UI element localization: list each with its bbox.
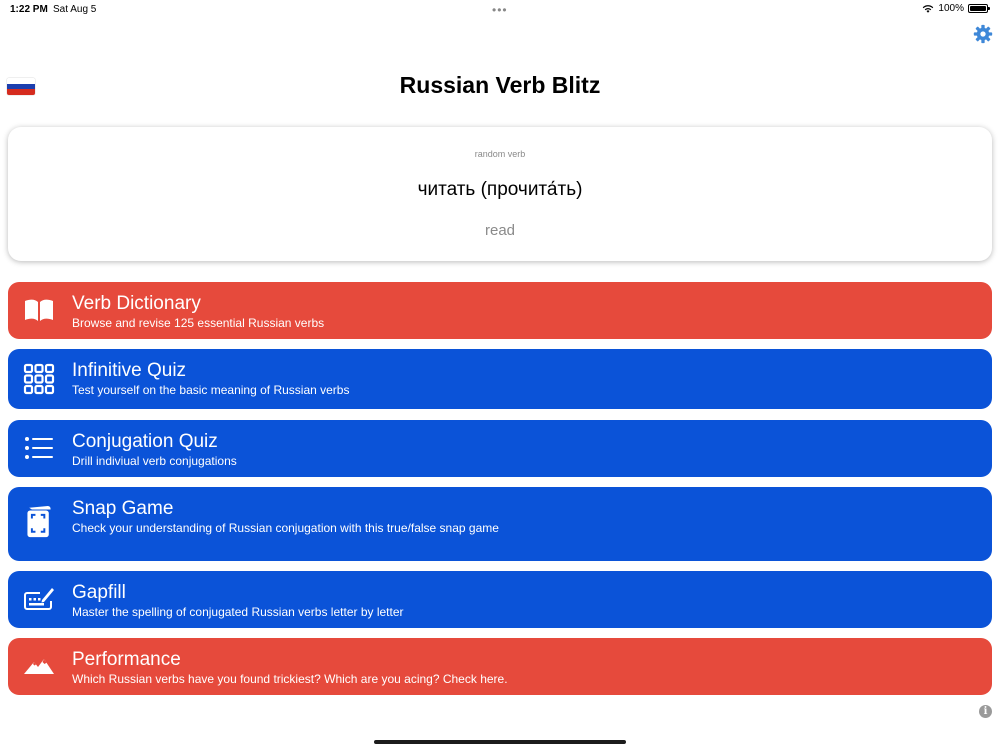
grid-icon [23,363,55,395]
verb-dictionary-button[interactable]: Verb Dictionary Browse and revise 125 es… [8,282,992,339]
gear-icon[interactable] [973,24,993,44]
menu-item-title: Infinitive Quiz [72,360,187,381]
menu-item-title: Gapfill [72,582,126,603]
random-verb-label: random verb [474,149,526,159]
menu-item-title: Performance [72,649,181,670]
menu-item-subtitle: Drill indiviual verb conjugations [72,454,237,468]
gapfill-button[interactable]: Gapfill Master the spelling of conjugate… [8,571,992,628]
status-right: 100% [922,3,990,14]
menu-item-subtitle: Master the spelling of conjugated Russia… [72,605,404,619]
menu-item-title: Conjugation Quiz [72,431,218,452]
status-time: 1:22 PM [10,4,48,15]
random-verb-text: читать (прочита́ть) [417,179,583,200]
info-icon[interactable]: i [979,705,992,718]
keyboard-pencil-icon [24,588,54,610]
conjugation-quiz-button[interactable]: Conjugation Quiz Drill indiviual verb co… [8,420,992,477]
menu-item-subtitle: Test yourself on the basic meaning of Ru… [72,383,350,397]
mountains-icon [24,659,54,674]
status-date: Sat Aug 5 [53,4,97,15]
page-title: Russian Verb Blitz [399,72,601,98]
snap-game-button[interactable]: Snap Game Check your understanding of Ru… [8,487,992,561]
book-icon [25,299,53,321]
app-screen: 1:22 PM Sat Aug 5 ••• 100% Russian Verb … [0,0,1000,750]
multitasking-dots-icon[interactable]: ••• [492,3,508,17]
menu-item-subtitle: Browse and revise 125 essential Russian … [72,316,325,330]
random-verb-card[interactable]: random verb читать (прочита́ть) read [8,127,992,261]
menu-item-title: Snap Game [72,498,174,519]
cards-icon [27,506,51,538]
list-icon [25,437,53,459]
battery-icon [968,4,990,13]
menu-item-subtitle: Which Russian verbs have you found trick… [72,672,508,686]
performance-button[interactable]: Performance Which Russian verbs have you… [8,638,992,695]
wifi-icon [923,4,934,13]
status-bar: 1:22 PM Sat Aug 5 ••• 100% [0,0,1000,18]
home-indicator[interactable] [374,740,626,744]
infinitive-quiz-button[interactable]: Infinitive Quiz Test yourself on the bas… [8,349,992,409]
menu-item-title: Verb Dictionary [72,293,201,314]
menu-item-subtitle: Check your understanding of Russian conj… [72,521,499,535]
battery-percent: 100% [938,3,964,14]
random-verb-meaning: read [484,222,516,239]
